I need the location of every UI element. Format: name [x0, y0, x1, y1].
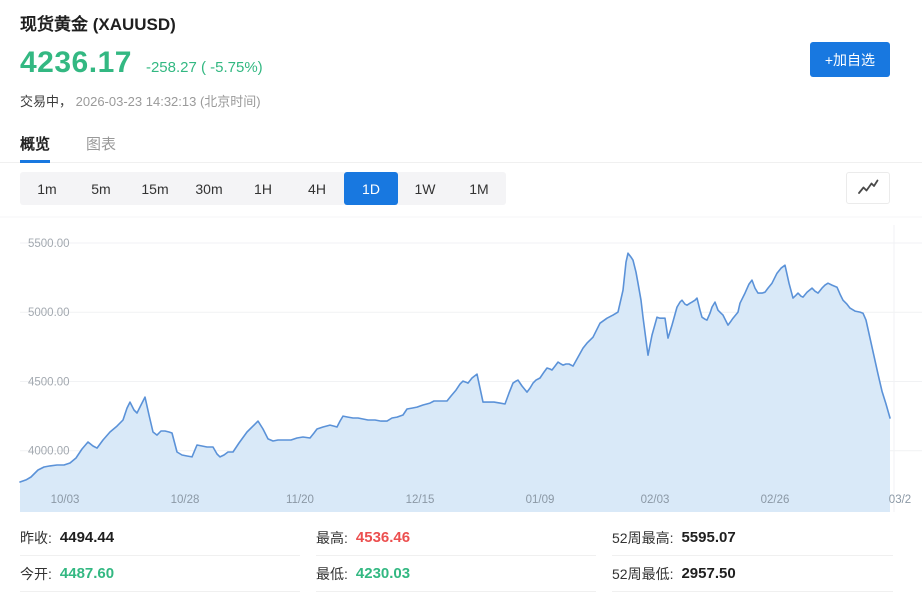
- interval-1w[interactable]: 1W: [398, 172, 452, 205]
- x-tick-label: 03/2: [889, 494, 911, 506]
- x-tick-label: 10/28: [171, 494, 200, 506]
- quote-timestamp: 2026-03-23 14:32:13 (北京时间): [76, 94, 261, 109]
- stat-label: 今开:: [20, 564, 52, 584]
- chart-type-button[interactable]: [846, 172, 890, 204]
- tab-overview[interactable]: 概览: [20, 130, 50, 162]
- y-tick-label: 4500.00: [28, 377, 70, 389]
- stat-label: 昨收:: [20, 528, 52, 548]
- stat-high: 最高: 4536.46: [316, 520, 596, 556]
- interval-toolbar: 1m5m15m30m1H4H1D1W1M: [20, 172, 506, 205]
- line-chart-icon: [856, 177, 880, 199]
- interval-30m[interactable]: 30m: [182, 172, 236, 205]
- interval-1m[interactable]: 1M: [452, 172, 506, 205]
- x-tick-label: 01/09: [526, 494, 555, 506]
- x-tick-label: 11/20: [286, 494, 314, 506]
- add-watchlist-button[interactable]: +加自选: [810, 42, 890, 77]
- stats-grid: 昨收: 4494.44 最高: 4536.46 52周最高: 5595.07 今开: 4487…: [20, 520, 902, 592]
- status-row: 交易中， 2026-03-23 14:32:13 (北京时间): [20, 91, 261, 110]
- price-row: 4236.17 -258.27 ( -5.75%): [20, 46, 263, 80]
- stat-label: 最低:: [316, 564, 348, 584]
- stat-label: 最高:: [316, 528, 348, 548]
- y-tick-label: 5500.00: [28, 238, 70, 250]
- price-change: -258.27 ( -5.75%): [146, 59, 263, 76]
- price-chart[interactable]: 5500.00 5000.00 4500.00 4000.00 10/03 10/28 11…: [0, 215, 922, 515]
- interval-5m[interactable]: 5m: [74, 172, 128, 205]
- price-chart-svg: 5500.00 5000.00 4500.00 4000.00 10/03 10/28 11…: [0, 215, 922, 515]
- tabs: 概览 图表: [0, 130, 922, 163]
- stat-open: 今开: 4487.60: [20, 556, 300, 592]
- active-tab-underline: [20, 160, 50, 163]
- stat-prev-close: 昨收: 4494.44: [20, 520, 300, 556]
- interval-1d[interactable]: 1D: [344, 172, 398, 205]
- tab-label: 图表: [86, 136, 116, 153]
- x-tick-label: 10/03: [51, 494, 80, 506]
- stat-value: 4487.60: [60, 565, 114, 582]
- stat-label: 52周最低:: [612, 564, 673, 584]
- trading-status: 交易中，: [20, 94, 72, 109]
- stat-value: 4230.03: [356, 565, 410, 582]
- price-area: [20, 253, 890, 512]
- x-tick-label: 02/26: [761, 494, 790, 506]
- interval-1m[interactable]: 1m: [20, 172, 74, 205]
- stat-value: 5595.07: [681, 529, 735, 546]
- x-tick-label: 12/15: [406, 494, 435, 506]
- stat-value: 2957.50: [681, 565, 735, 582]
- y-tick-label: 4000.00: [28, 446, 70, 458]
- interval-15m[interactable]: 15m: [128, 172, 182, 205]
- interval-4h[interactable]: 4H: [290, 172, 344, 205]
- tab-chart[interactable]: 图表: [86, 130, 116, 162]
- stat-label: 52周最高:: [612, 528, 673, 548]
- x-tick-label: 02/03: [641, 494, 670, 506]
- stat-value: 4494.44: [60, 529, 114, 546]
- stat-value: 4536.46: [356, 529, 410, 546]
- tab-label: 概览: [20, 136, 50, 153]
- current-price: 4236.17: [20, 46, 132, 80]
- stat-52w-low: 52周最低: 2957.50: [612, 556, 893, 592]
- stat-low: 最低: 4230.03: [316, 556, 596, 592]
- page-title: 现货黄金 (XAUUSD): [20, 10, 176, 35]
- stat-52w-high: 52周最高: 5595.07: [612, 520, 893, 556]
- y-tick-label: 5000.00: [28, 307, 70, 319]
- interval-1h[interactable]: 1H: [236, 172, 290, 205]
